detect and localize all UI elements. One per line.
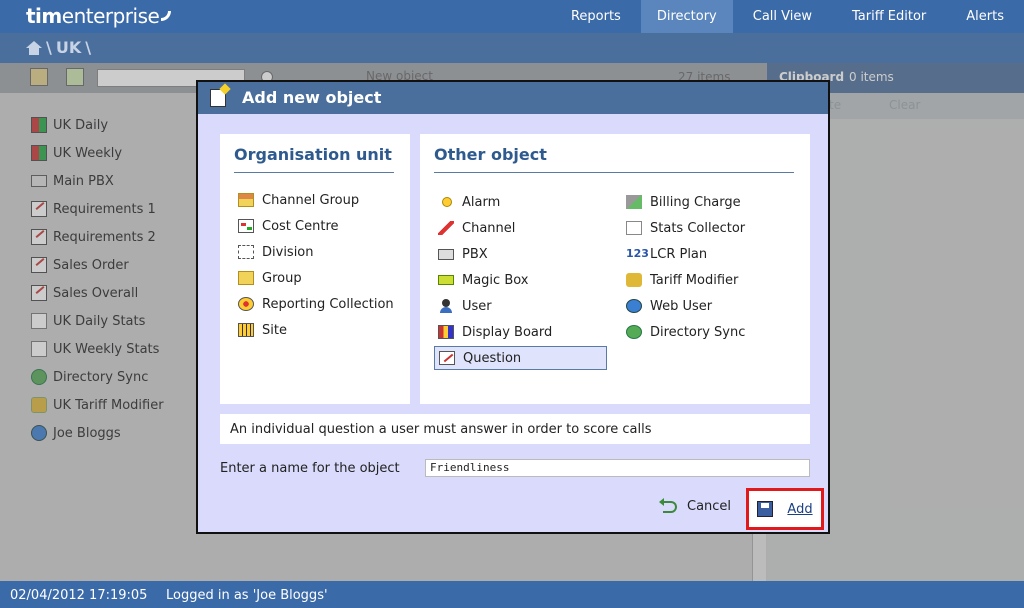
channel-icon [438,221,454,235]
object-alarm[interactable]: Alarm [434,191,500,213]
lcr-plan-icon: 123 [626,247,649,260]
new-object-icon [210,89,226,107]
top-nav-bar: timenterprise Reports Directory Call Vie… [0,0,1024,33]
object-name-input[interactable]: Friendliness [425,459,810,477]
breadcrumb-separator: \ [85,38,92,57]
divider [234,172,394,173]
object-pbx[interactable]: PBX [434,243,488,265]
globe-icon [626,299,642,313]
object-cost-centre[interactable]: Cost Centre [234,215,339,237]
object-directory-sync[interactable]: Directory Sync [622,321,745,343]
organisation-unit-title: Organisation unit [234,145,392,164]
folder-icon [238,271,254,285]
object-lcr-plan[interactable]: 123 LCR Plan [622,243,707,265]
user-icon [438,299,454,313]
breadcrumb: \ UK \ [26,38,91,57]
nav-call-view[interactable]: Call View [733,0,832,33]
add-new-object-dialog: Add new object Organisation unit Channel… [196,80,830,534]
object-description: An individual question a user must answe… [220,414,810,444]
object-reporting-collection[interactable]: Reporting Collection [234,293,394,315]
sync-icon [626,325,642,339]
object-magic-box[interactable]: Magic Box [434,269,529,291]
object-web-user[interactable]: Web User [622,295,712,317]
breadcrumb-separator: \ [46,38,52,57]
object-channel[interactable]: Channel [434,217,515,239]
nav-directory[interactable]: Directory [640,0,733,33]
magic-box-icon [438,275,454,285]
object-channel-group[interactable]: Channel Group [234,189,359,211]
object-group[interactable]: Group [234,267,302,289]
nav-alerts[interactable]: Alerts [946,0,1024,33]
nav-tariff-editor[interactable]: Tariff Editor [832,0,946,33]
add-label: Add [787,501,813,517]
billing-charge-icon [626,195,642,209]
object-division[interactable]: Division [234,241,314,263]
other-object-title: Other object [434,145,547,164]
division-icon [238,245,254,259]
add-button[interactable]: Add [746,488,824,530]
object-billing-charge[interactable]: Billing Charge [622,191,741,213]
display-board-icon [438,325,454,339]
organisation-unit-panel: Organisation unit Channel Group Cost Cen… [220,134,410,404]
status-datetime: 02/04/2012 17:19:05 [10,588,148,603]
question-icon [439,351,455,365]
divider [434,172,794,173]
object-tariff-modifier[interactable]: Tariff Modifier [622,269,738,291]
object-site[interactable]: Site [234,319,287,341]
reporting-collection-icon [238,297,254,311]
undo-icon [659,497,677,513]
dialog-header: Add new object [198,82,828,114]
dialog-body: Organisation unit Channel Group Cost Cen… [198,114,828,532]
status-logged-in: Logged in as 'Joe Bloggs' [166,588,328,603]
app-logo[interactable]: timenterprise [26,4,172,28]
dialog-title: Add new object [242,88,382,107]
other-object-panel: Other object Alarm Channel PBX Magic Box… [420,134,810,404]
cancel-label: Cancel [687,499,732,514]
home-icon[interactable] [26,40,42,55]
tariff-modifier-icon [626,273,642,287]
cancel-button[interactable]: Cancel [659,497,732,514]
main-nav: Reports Directory Call View Tariff Edito… [551,0,1024,33]
alarm-icon [438,195,454,209]
object-stats-collector[interactable]: Stats Collector [622,217,745,239]
object-display-board[interactable]: Display Board [434,321,552,343]
status-bar: 02/04/2012 17:19:05 Logged in as 'Joe Bl… [0,581,1024,608]
pbx-icon [438,248,454,260]
stats-collector-icon [626,221,642,235]
breadcrumb-current[interactable]: UK [56,38,81,57]
channel-group-icon [238,193,254,207]
object-user[interactable]: User [434,295,492,317]
breadcrumb-bar: \ UK \ [0,33,1024,63]
site-icon [238,323,254,337]
cost-centre-icon [238,219,254,233]
save-icon [757,501,774,517]
nav-reports[interactable]: Reports [551,0,641,33]
object-question[interactable]: Question [434,346,607,370]
name-label: Enter a name for the object [220,461,400,476]
